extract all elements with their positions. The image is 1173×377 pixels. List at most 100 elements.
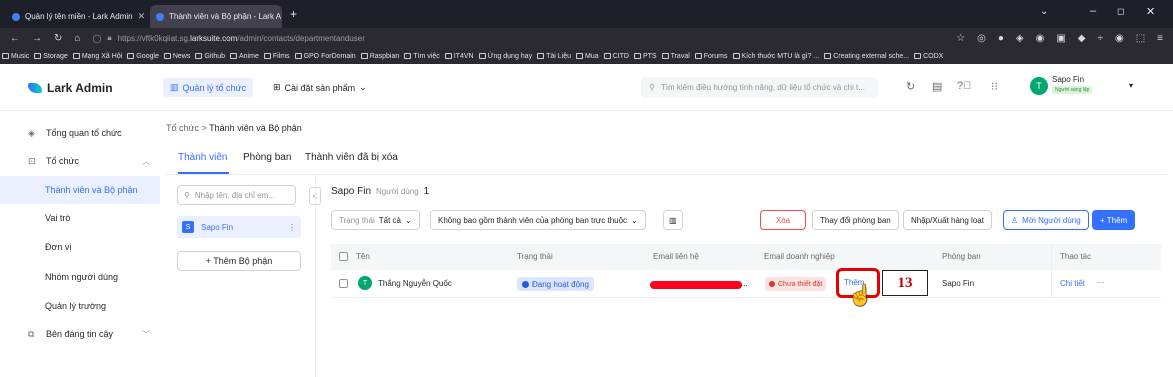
sidebar-item-label: Tổ chức [46,156,80,166]
add-department-button[interactable]: + Thêm Bộ phận [177,251,301,271]
user-avatar[interactable]: T [1030,77,1048,95]
bookmark-item[interactable]: Raspbian [360,53,399,60]
window-close-icon[interactable]: ✕ [1146,5,1155,18]
dept-search-input[interactable]: ⚲ Nhập tên, địa chỉ em... [177,185,296,205]
change-department-button[interactable]: Thay đổi phòng ban [812,210,899,230]
sync-icon[interactable]: ↻ [906,80,915,93]
delete-button[interactable]: Xóa [760,210,806,230]
home-icon[interactable]: ⌂ [74,33,80,44]
forward-icon[interactable]: → [32,33,42,44]
sidebar-item-fields[interactable]: Quản lý trường [0,292,160,320]
user-name[interactable]: Sapo Fin [1052,75,1084,84]
browser-tab[interactable]: Quản lý tên miền - Lark Admin ✕ [6,5,146,28]
bookmark-item[interactable]: Mua [575,53,599,60]
sidebar-item-units[interactable]: Đơn vị [0,233,160,261]
minimize-icon[interactable]: – [1090,5,1096,17]
member-department: Sapo Fin [942,279,975,288]
chevron-down-icon: ⌄ [359,82,367,92]
tab-deleted-members[interactable]: Thành viên đã bị xóa [305,152,398,163]
app-logo[interactable]: Lark Admin [28,81,113,95]
reload-icon[interactable]: ↻ [54,33,62,44]
url-field[interactable]: ◯ 🔒︎ https://vftk0kqiiat.sg.larksuite.co… [92,30,944,46]
sidebar-item-overview[interactable]: ◈ Tổng quan tổ chức [0,119,160,147]
browser-tab-active[interactable]: Thành viên và Bộ phận - Lark A ✕ [150,5,282,28]
bookmark-item[interactable]: CODX [914,53,943,60]
bookmark-item[interactable]: PTS [633,53,657,60]
bookmark-label: CITD [612,52,629,60]
folder-icon [127,53,135,59]
bookmark-item[interactable]: Ứng dụng hay [478,53,532,60]
bookmark-item[interactable]: Mạng Xã Hội [72,53,122,60]
sidebar-item-members[interactable]: Thành viên và Bộ phận [0,176,160,204]
bookmark-label: Tài Liệu [546,52,571,60]
new-tab-button[interactable]: + [290,7,297,21]
bookmark-label: Google [136,52,159,60]
chevron-down-icon[interactable]: ▾ [1129,81,1133,90]
dept-title: Sapo Fin [331,186,372,197]
table-row[interactable]: T Thắng Nguyễn Quốc Đang hoạt động ... C… [331,270,1161,298]
bookmark-item[interactable]: GPO ForDomain [294,53,356,60]
bookmark-item[interactable]: Films [263,53,290,60]
subdept-filter[interactable]: Không bao gồm thành viên của phòng ban t… [430,210,646,230]
back-icon[interactable]: ← [10,33,20,44]
bookmark-item[interactable]: Anime [230,53,259,60]
chevron-down-icon: ﹀ [142,329,150,339]
bookmark-star-icon[interactable]: ☆ [956,33,965,44]
bookmark-item[interactable]: CITD [603,52,629,60]
bookmark-item[interactable]: IT4VN [444,53,474,60]
folder-icon [263,53,271,59]
member-name[interactable]: Thắng Nguyễn Quốc [378,279,452,288]
contact-email-ellipsis: ... [741,279,748,288]
invite-user-button[interactable]: ♙ Mời Người dùng [1003,210,1089,230]
extension-icon[interactable]: ◆ [1078,33,1086,44]
tab-departments[interactable]: Phòng ban [243,152,291,163]
document-icon[interactable]: ▤ [932,80,942,93]
sidebar-item-user-groups[interactable]: Nhóm người dùng [0,263,160,291]
bookmark-item[interactable]: Kích thuớc MTU là gì? ... [732,53,819,60]
column-settings-button[interactable]: ▥ [663,210,683,230]
extension-icon[interactable]: ÷ [1097,33,1103,44]
help-icon[interactable]: ?⃝ [957,80,971,92]
extension-icon[interactable]: ◉ [1036,33,1045,44]
tab-members[interactable]: Thành viên [178,152,227,163]
extensions-puzzle-icon[interactable]: ⬚ [1136,33,1145,44]
bookmark-item[interactable]: Forums [694,53,728,60]
folder-icon [163,53,171,59]
sidebar-item-roles[interactable]: Vai trò [0,204,160,232]
tab-list-icon[interactable]: ⌄ [1040,6,1048,17]
more-icon[interactable]: ⋮ [288,223,296,232]
extension-icon[interactable]: ▣ [1056,33,1065,44]
dept-tree-item[interactable]: S Sapo Fin ⋮ [177,216,301,238]
sidebar-item-trusted[interactable]: ⧉ Bên đáng tin cậy ﹀ [0,320,160,348]
row-checkbox[interactable] [339,279,348,288]
detail-link[interactable]: Chi tiết [1060,279,1085,288]
close-icon[interactable]: ✕ [138,11,146,22]
nav-org-management[interactable]: ▥ Quản lý tổ chức [163,78,254,97]
maximize-icon[interactable]: ◻ [1117,6,1124,17]
apps-grid-icon[interactable]: ⁝⁝ [991,80,998,93]
bookmark-item[interactable]: Storage [34,53,68,60]
folder-icon [294,53,302,59]
add-member-button[interactable]: + Thêm [1092,210,1136,230]
bookmark-item[interactable]: Tài Liệu [537,53,571,60]
bookmark-item[interactable]: Creating external sche... [824,53,909,60]
extension-icon[interactable]: ● [998,33,1004,44]
extension-icon[interactable]: ◉ [1115,33,1124,44]
menu-icon[interactable]: ≡ [1157,33,1163,44]
extension-icon[interactable]: ◈ [1016,33,1024,44]
bookmark-item[interactable]: Github [195,53,225,60]
status-filter[interactable]: Trạng thái Tất cả ⌄ [331,210,420,230]
bookmark-item[interactable]: News [163,53,190,60]
bookmark-item[interactable]: Google [127,53,159,60]
import-export-button[interactable]: Nhập/Xuất hàng loạt [903,210,992,230]
more-icon[interactable]: ··· [1097,278,1105,287]
bookmark-item[interactable]: Tìm việc [404,53,440,60]
select-all-checkbox[interactable] [339,252,348,261]
breadcrumb-parent[interactable]: Tổ chức [166,123,199,133]
global-search-input[interactable]: ⚲ Tìm kiếm điều hướng tính năng, dữ liệu… [641,77,878,98]
bookmark-item[interactable]: Traval [661,53,690,60]
nav-product-settings[interactable]: ⊞ Cài đặt sản phẩm ⌄ [273,78,367,97]
pocket-icon[interactable]: ◎ [977,33,986,44]
bookmark-item[interactable]: Music [2,53,29,60]
sidebar-item-org[interactable]: ⊡ Tổ chức ︿ [0,147,160,175]
